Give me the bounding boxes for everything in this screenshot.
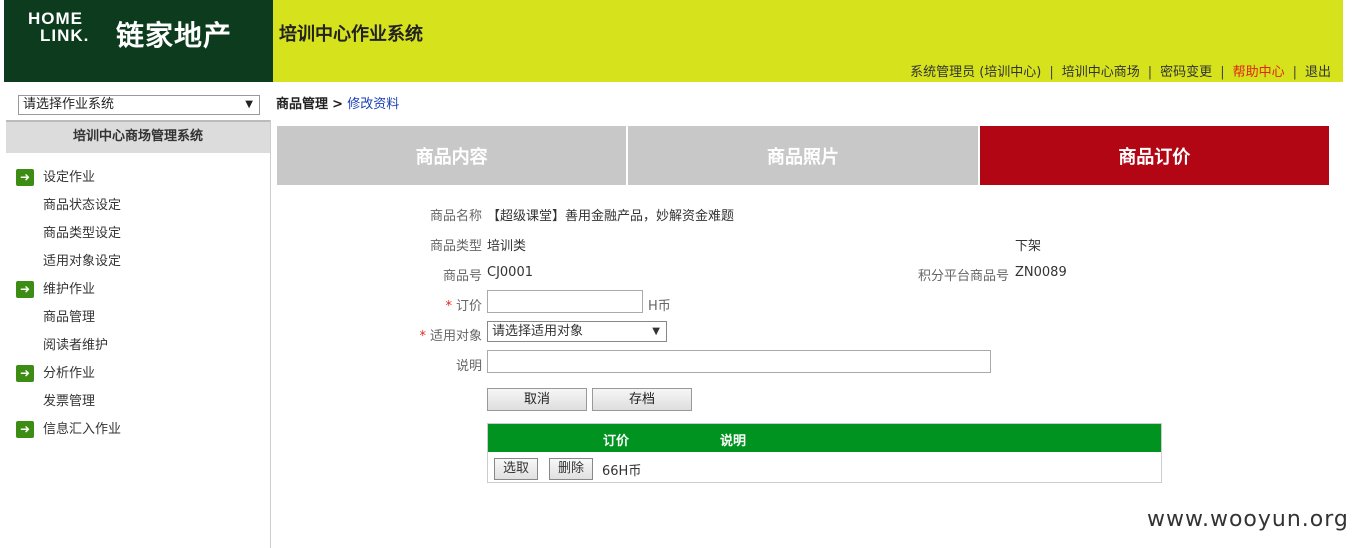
row-price: 66H币 xyxy=(602,464,642,479)
product-code-label: 商品号 xyxy=(442,269,482,284)
platform-code-label: 积分平台商品号 xyxy=(917,269,1009,284)
product-type-label: 商品类型 xyxy=(429,239,482,254)
target-select-value: 请选择适用对象 xyxy=(492,324,584,339)
separator: | xyxy=(1292,65,1297,80)
menu-item-target-settings[interactable]: 适用对象设定 xyxy=(16,248,121,276)
separator: | xyxy=(1220,65,1225,80)
cancel-button[interactable]: 取消 xyxy=(487,388,587,411)
price-label: * 订价 xyxy=(362,295,482,314)
top-link-help[interactable]: 帮助中心 xyxy=(1233,65,1285,80)
select-row-button[interactable]: 选取 xyxy=(494,458,538,480)
description-input[interactable] xyxy=(487,350,991,373)
price-unit: H币 xyxy=(648,299,671,314)
save-button[interactable]: 存档 xyxy=(592,388,692,411)
top-link-password[interactable]: 密码变更 xyxy=(1160,65,1212,80)
price-input[interactable] xyxy=(487,290,643,313)
target-select[interactable]: 请选择适用对象 ▼ xyxy=(487,321,667,342)
logo-chinese: 链家地产 xyxy=(116,19,233,52)
menu-item-reader-maintenance[interactable]: 阅读者维护 xyxy=(16,332,121,360)
description-label: 说明 xyxy=(455,359,482,374)
system-select[interactable]: 请选择作业系统 ▼ xyxy=(18,95,260,115)
target-label-text: 适用对象 xyxy=(429,329,482,344)
product-code-value: CJ0001 xyxy=(487,265,533,280)
dropdown-arrow-icon: ▼ xyxy=(652,326,660,337)
system-select-value: 请选择作业系统 xyxy=(23,97,115,112)
tab-product-photos[interactable]: 商品照片 xyxy=(628,126,980,185)
top-link-mall[interactable]: 培训中心商场 xyxy=(1062,65,1140,80)
platform-code-value: ZN0089 xyxy=(1015,265,1067,280)
menu-item-type-settings[interactable]: 商品类型设定 xyxy=(16,220,121,248)
logo-line2: LINK. xyxy=(40,26,90,45)
delete-row-button[interactable]: 删除 xyxy=(549,458,593,480)
separator: | xyxy=(1147,65,1153,80)
menu-item-status-settings[interactable]: 商品状态设定 xyxy=(16,192,121,220)
menu-label: 设定作业 xyxy=(43,170,96,185)
product-name-value: 【超级课堂】善用金融产品，妙解资金难题 xyxy=(487,209,735,224)
arrow-right-icon: ➜ xyxy=(16,281,34,298)
target-label: * 适用对象 xyxy=(362,325,482,344)
price-label-text: 订价 xyxy=(455,299,482,314)
menu-group-import[interactable]: ➜ 信息汇入作业 xyxy=(16,416,121,444)
breadcrumb-separator: > xyxy=(332,97,344,112)
watermark: www.wooyun.org xyxy=(1147,507,1349,532)
required-mark: * xyxy=(445,299,452,314)
menu-group-analysis[interactable]: ➜ 分析作业 xyxy=(16,360,121,388)
menu-label: 分析作业 xyxy=(43,366,96,381)
system-title: 培训中心作业系统 xyxy=(279,24,423,45)
arrow-right-icon: ➜ xyxy=(16,169,34,186)
brand-logo[interactable]: HOME LINK. 链家地产 xyxy=(4,0,273,82)
sidebar-title: 培训中心商场管理系统 xyxy=(6,120,270,153)
top-header: 培训中心作业系统 系统管理员 (培训中心) | 培训中心商场 | 密码变更 | 帮助中心 | 退… xyxy=(273,0,1343,82)
menu-label: 信息汇入作业 xyxy=(43,422,122,437)
top-link-logout[interactable]: 退出 xyxy=(1305,65,1331,80)
column-header-price: 订价 xyxy=(603,434,630,449)
dropdown-arrow-icon: ▼ xyxy=(245,99,253,110)
tab-product-pricing[interactable]: 商品订价 xyxy=(979,126,1329,185)
sidebar-menu: ➜ 设定作业 商品状态设定 商品类型设定 适用对象设定 ➜ 维护作业 商品管理 阅读… xyxy=(16,164,121,444)
product-type-value: 培训类 xyxy=(487,239,527,254)
product-name-label: 商品名称 xyxy=(429,209,482,224)
arrow-right-icon: ➜ xyxy=(16,421,34,438)
table-row: 选取 删除 66H币 xyxy=(488,452,1161,482)
top-links: 系统管理员 (培训中心) | 培训中心商场 | 密码变更 | 帮助中心 | 退出 xyxy=(908,61,1333,80)
table-header: 订价 说明 xyxy=(488,424,1161,452)
separator: | xyxy=(1049,65,1054,80)
tab-bar: 商品内容 商品照片 商品订价 xyxy=(277,126,1329,185)
price-table: 订价 说明 选取 删除 66H币 xyxy=(487,423,1162,483)
menu-label: 维护作业 xyxy=(43,282,96,297)
homelink-logo: HOME LINK. xyxy=(28,10,89,44)
column-header-description: 说明 xyxy=(720,434,747,449)
required-mark: * xyxy=(419,329,426,344)
breadcrumb: 商品管理 > 修改资料 xyxy=(276,93,399,112)
top-link-admin[interactable]: 系统管理员 (培训中心) xyxy=(910,65,1041,80)
breadcrumb-parent[interactable]: 商品管理 xyxy=(276,97,328,112)
logo-line1: HOME xyxy=(28,9,83,28)
menu-item-invoice-management[interactable]: 发票管理 xyxy=(16,388,121,416)
menu-group-maintenance[interactable]: ➜ 维护作业 xyxy=(16,276,121,304)
tab-product-content[interactable]: 商品内容 xyxy=(277,126,629,185)
arrow-right-icon: ➜ xyxy=(16,365,34,382)
breadcrumb-current: 修改资料 xyxy=(347,97,400,112)
menu-item-product-management[interactable]: 商品管理 xyxy=(16,304,121,332)
sidebar: 培训中心商场管理系统 ➜ 设定作业 商品状态设定 商品类型设定 适用对象设定 ➜ 维… xyxy=(6,120,271,548)
menu-group-settings[interactable]: ➜ 设定作业 xyxy=(16,164,121,192)
product-status-value: 下架 xyxy=(1015,239,1042,254)
